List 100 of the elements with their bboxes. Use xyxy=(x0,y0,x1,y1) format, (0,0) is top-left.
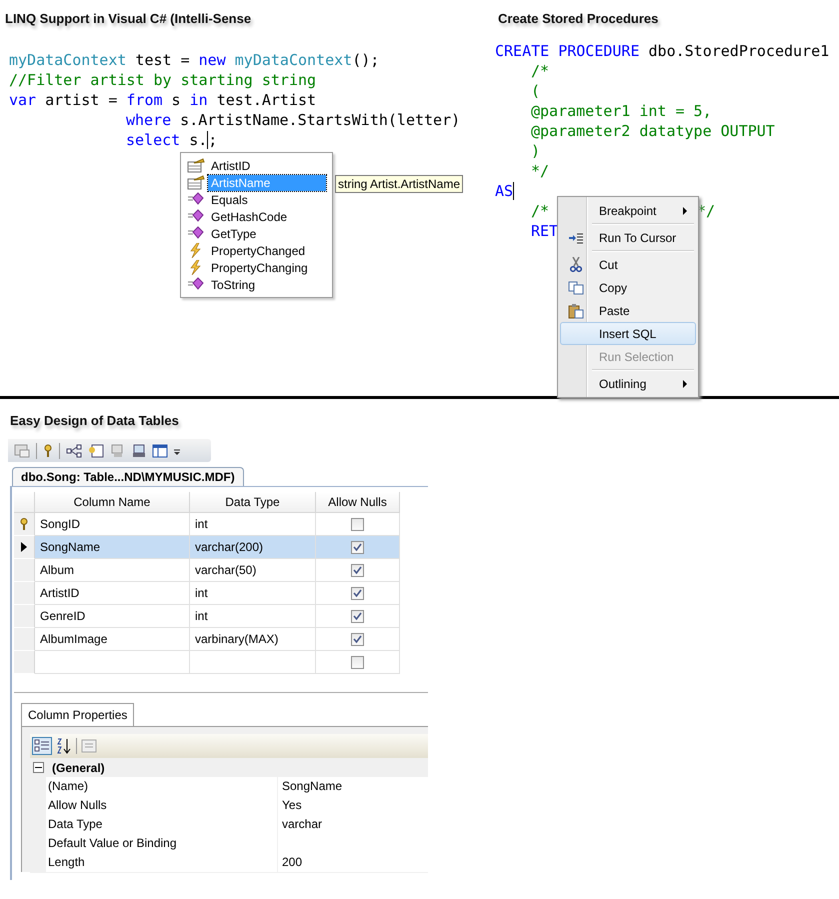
code-text: @parameter2 datatype OUTPUT xyxy=(531,121,775,141)
row-header[interactable] xyxy=(14,536,35,559)
code-text: test = xyxy=(134,50,191,70)
code-text: //Filter artist by starting string xyxy=(9,70,316,90)
checkbox[interactable] xyxy=(351,540,364,554)
menu-item[interactable]: Paste xyxy=(560,299,696,322)
scissors-icon xyxy=(570,257,582,272)
key-icon xyxy=(43,444,53,458)
completion-item[interactable]: ToString xyxy=(208,276,326,292)
menu-item[interactable]: Insert SQL xyxy=(560,322,696,345)
method-icon xyxy=(187,226,205,241)
checkbox[interactable] xyxy=(351,586,364,600)
completion-item[interactable]: ArtistID xyxy=(208,158,326,174)
completion-item[interactable]: GetHashCode xyxy=(208,208,326,224)
code-text: */ xyxy=(531,161,550,181)
code-text: new xyxy=(198,50,226,70)
relationship-icon xyxy=(66,444,82,458)
menu-item[interactable]: Outlining xyxy=(560,372,696,395)
code-text: artist = xyxy=(44,90,118,110)
sort-az-icon[interactable] xyxy=(56,738,72,754)
copy-icon xyxy=(568,280,584,294)
table-cell: GenreID xyxy=(35,605,190,628)
document-tab[interactable]: dbo.Song: Table...ND\MYMUSIC.MDF) xyxy=(12,467,244,486)
menu-item[interactable]: Copy xyxy=(560,276,696,299)
column-header: Allow Nulls xyxy=(316,492,400,513)
code-text: s. xyxy=(188,130,208,150)
method-icon xyxy=(187,277,205,292)
table-icon xyxy=(152,444,168,458)
property-name: Data Type xyxy=(46,815,278,835)
code-text: from xyxy=(126,90,163,110)
table-cell: AlbumImage xyxy=(35,628,190,651)
code-text: var xyxy=(9,90,36,110)
submenu-arrow-icon xyxy=(683,206,687,214)
property-name: Length xyxy=(46,853,278,873)
code-text: test.Artist xyxy=(216,90,316,110)
code-text: CREATE PROCEDURE xyxy=(495,41,640,61)
code-text: s.ArtistName.StartsWith(letter) xyxy=(179,110,460,130)
text-cursor xyxy=(513,182,514,200)
code-text: in xyxy=(190,90,208,110)
table-cell: int xyxy=(190,582,316,605)
properties-tab[interactable]: Column Properties xyxy=(21,703,134,726)
table-cell: Album xyxy=(35,559,190,582)
code-text: @parameter1 int = 5, xyxy=(531,101,712,121)
table-cell: varchar(200) xyxy=(190,536,316,559)
code-text: ; xyxy=(208,130,218,150)
property-name: Allow Nulls xyxy=(46,796,278,816)
code-text: AS xyxy=(495,181,514,201)
menu-item[interactable]: Cut xyxy=(560,253,696,276)
table-cell: varchar(50) xyxy=(190,559,316,582)
method-icon xyxy=(187,209,205,224)
property-value[interactable]: 200 xyxy=(278,853,428,873)
property-icon xyxy=(187,158,205,173)
menu-item[interactable]: Breakpoint xyxy=(560,199,696,222)
completion-item[interactable]: PropertyChanging xyxy=(208,260,326,276)
current-row-icon xyxy=(21,542,27,552)
checkbox[interactable] xyxy=(351,518,364,530)
column-header: Column Name xyxy=(35,492,190,513)
table-cell: ArtistID xyxy=(35,582,190,605)
code-text: select xyxy=(126,130,180,150)
property-value[interactable]: SongName xyxy=(278,777,428,797)
completion-item[interactable]: PropertyChanged xyxy=(208,242,326,258)
section-title: Easy Design of Data Tables xyxy=(10,412,179,430)
table-cell: SongID xyxy=(35,513,190,536)
submenu-arrow-icon xyxy=(683,380,687,388)
completion-item[interactable]: GetType xyxy=(208,226,326,242)
code-text: RET xyxy=(531,221,558,241)
section-title: LINQ Support in Visual C# (Intelli-Sense xyxy=(5,10,252,28)
code-text: */ xyxy=(696,201,715,221)
checkbox[interactable] xyxy=(351,656,364,668)
table-cell: int xyxy=(190,513,316,536)
categorized-button[interactable] xyxy=(32,737,52,755)
code-text: where xyxy=(126,110,172,130)
run-to-cursor-icon xyxy=(568,232,584,244)
property-icon xyxy=(187,175,205,190)
table-cell: int xyxy=(190,605,316,628)
tooltip: string Artist.ArtistName xyxy=(335,175,464,193)
code-text: /* xyxy=(531,201,550,221)
code-text: ( xyxy=(531,81,540,101)
checkbox[interactable] xyxy=(351,610,364,622)
code-text: ) xyxy=(531,141,540,161)
property-value[interactable]: varchar xyxy=(278,815,428,835)
collapse-icon[interactable] xyxy=(33,762,44,773)
table-cell: SongName xyxy=(35,536,190,559)
code-text: dbo.StoredProcedure1 xyxy=(648,41,830,61)
checkbox[interactable] xyxy=(351,564,364,576)
code-text: myDataContext xyxy=(9,50,126,70)
property-value[interactable]: Yes xyxy=(278,796,428,816)
checkbox[interactable] xyxy=(351,632,364,646)
menu-item[interactable]: Run To Cursor xyxy=(560,226,696,249)
code-text: /* xyxy=(531,61,550,81)
column-header: Data Type xyxy=(190,492,316,513)
paste-icon xyxy=(568,302,584,318)
grid-icon xyxy=(14,444,30,458)
code-text: s xyxy=(170,90,182,110)
section-title: Create Stored Procedures xyxy=(498,10,658,28)
table-cell: varbinary(MAX) xyxy=(190,628,316,651)
completion-item[interactable]: Equals xyxy=(208,192,326,208)
property-name: Default Value or Binding xyxy=(46,834,278,854)
category-label: (General) xyxy=(52,760,105,774)
key-icon xyxy=(20,518,28,530)
